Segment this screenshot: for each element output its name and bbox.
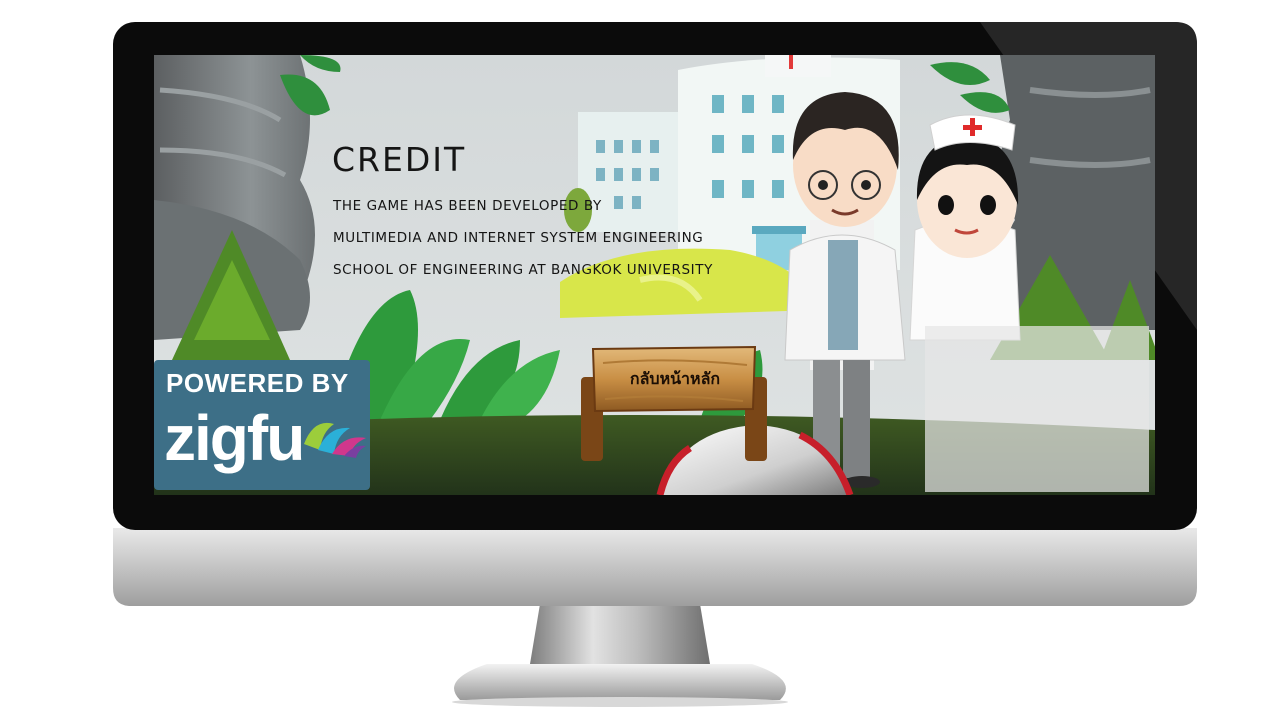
back-to-main-button[interactable]: [579, 343, 769, 463]
credit-line: MULTIMEDIA AND INTERNET SYSTEM ENGINEERI…: [333, 230, 704, 246]
credit-line: SCHOOL OF ENGINEERING AT BANGKOK UNIVERS…: [333, 262, 713, 278]
zigfu-badge: POWERED BY zigfu: [154, 360, 370, 490]
back-to-main-label: กลับหน้าหลัก: [629, 369, 721, 388]
wooden-sign-icon: [581, 345, 767, 461]
powered-by-label: POWERED BY: [166, 368, 349, 398]
credit-line: THE GAME HAS BEEN DEVELOPED BY: [333, 198, 602, 214]
translucent-overlay-panel: [925, 326, 1149, 492]
zigfu-logo-icon: [304, 422, 366, 458]
zigfu-logo-text: zigfu: [164, 402, 305, 474]
credit-title: CREDIT: [332, 140, 467, 179]
